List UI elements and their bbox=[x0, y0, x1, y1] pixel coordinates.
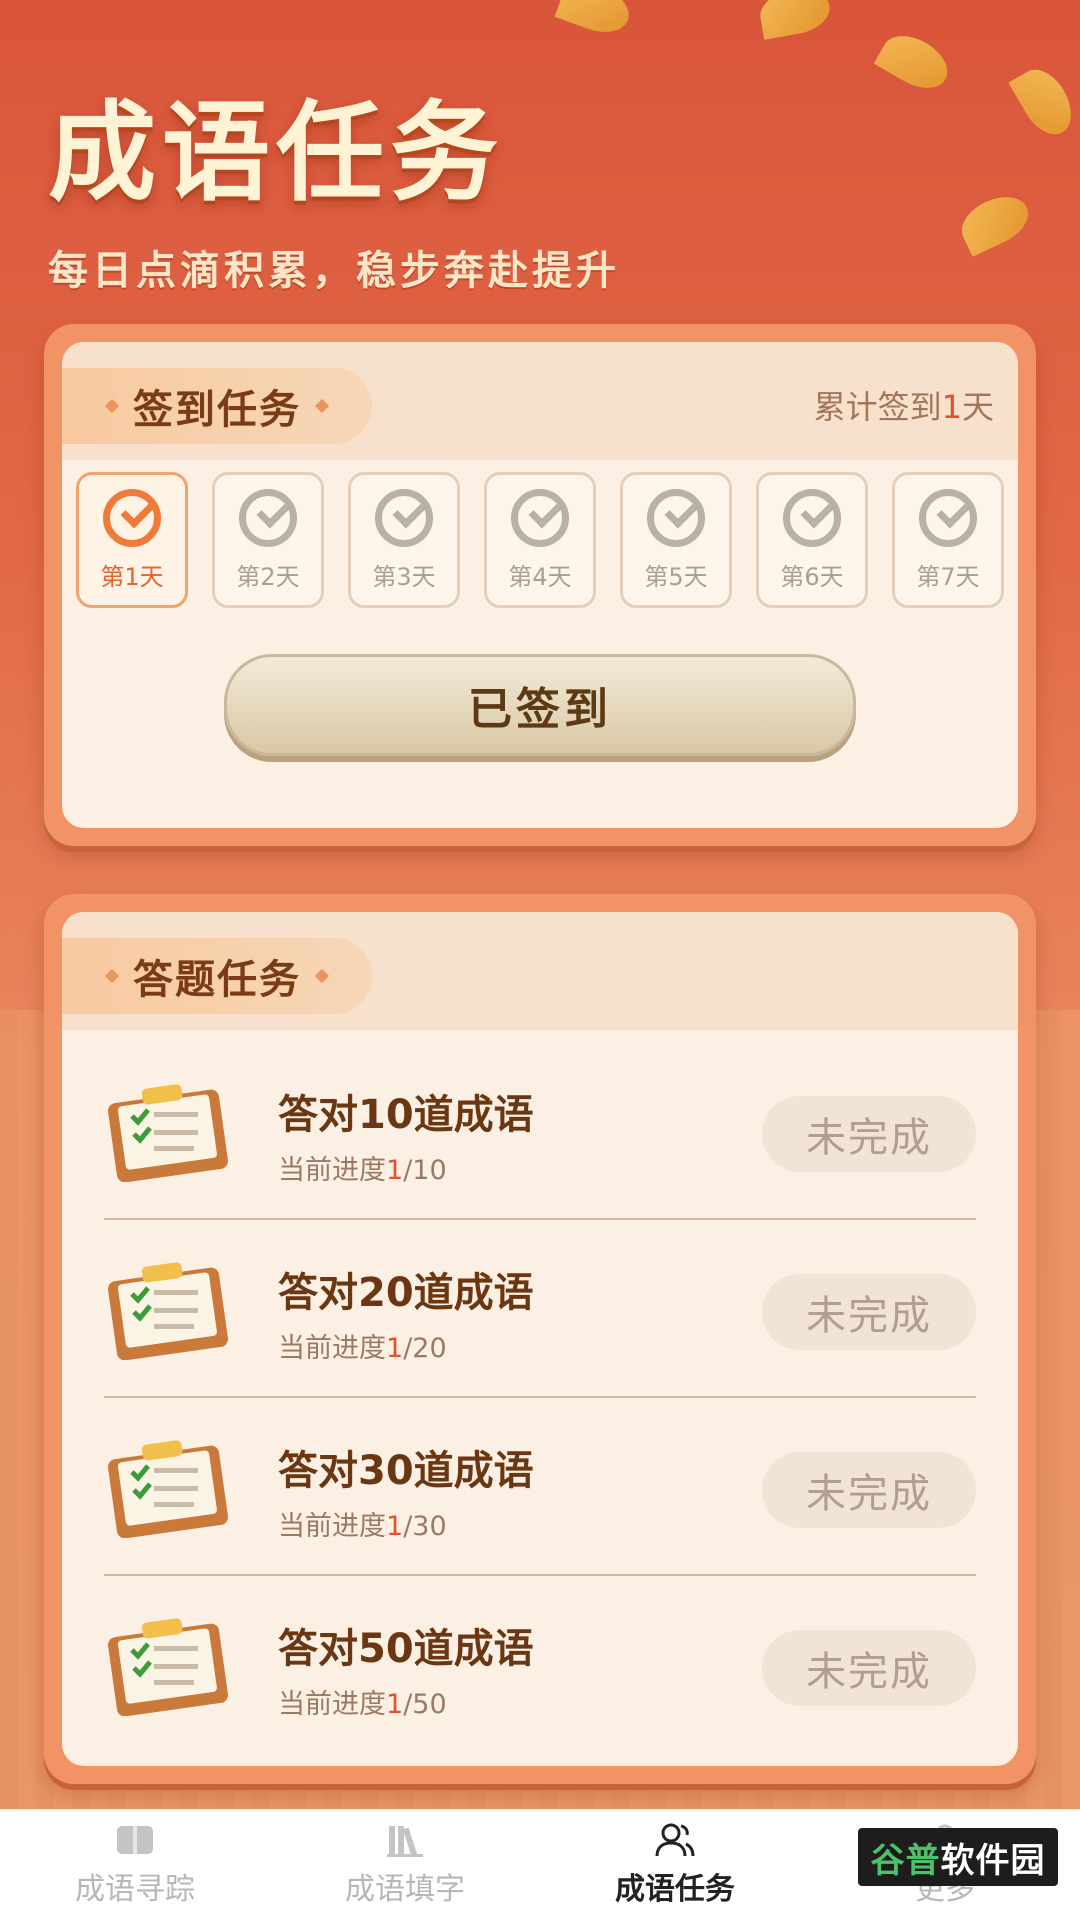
list-item: 答对50道成语 当前进度1/50 未完成 bbox=[104, 1576, 976, 1752]
page-title: 成语任务 bbox=[48, 91, 505, 216]
watermark-part2: 软件园 bbox=[940, 1840, 1046, 1881]
check-circle-icon bbox=[239, 488, 297, 547]
watermark-logo: 谷普 软件园 bbox=[858, 1828, 1058, 1886]
nav-label: 成语寻踪 bbox=[75, 1872, 195, 1907]
book-icon bbox=[117, 1826, 153, 1854]
quiz-card-body: 答题任务 答对10道成语 当前进度1/10 未完成 答对20道成语 当前进度1/… bbox=[62, 912, 1018, 1766]
signin-card-body: 签到任务 累计签到1天 第1天 第2天 第3天 第4天 第5天 第6天 第7天 … bbox=[62, 342, 1018, 828]
check-circle-icon bbox=[919, 488, 977, 547]
signin-day-5[interactable]: 第5天 bbox=[620, 472, 732, 608]
task-progress: 当前进度1/10 bbox=[278, 1148, 447, 1187]
signed-in-button[interactable]: 已签到 bbox=[224, 654, 856, 756]
watermark-part1: 谷普 bbox=[870, 1840, 941, 1881]
diamond-icon bbox=[104, 968, 120, 984]
day-label: 第2天 bbox=[236, 562, 300, 591]
task-progress: 当前进度1/20 bbox=[278, 1326, 447, 1365]
day-label: 第5天 bbox=[644, 562, 708, 591]
task-status-button[interactable]: 未完成 bbox=[762, 1096, 976, 1172]
signin-day-4[interactable]: 第4天 bbox=[484, 472, 596, 608]
check-circle-icon bbox=[511, 488, 569, 547]
signin-days-row: 第1天 第2天 第3天 第4天 第5天 第6天 第7天 bbox=[76, 472, 1004, 608]
task-title: 答对20道成语 bbox=[278, 1270, 534, 1316]
ginkgo-leaf-decoration bbox=[1008, 60, 1080, 144]
nav-item-idiom-fill[interactable]: 成语填字 bbox=[270, 1810, 540, 1920]
clipboard-icon bbox=[108, 1440, 228, 1538]
signin-task-label: 签到任务 bbox=[133, 387, 301, 433]
task-title: 答对50道成语 bbox=[278, 1626, 534, 1672]
list-item: 答对30道成语 当前进度1/30 未完成 bbox=[104, 1398, 976, 1576]
day-label: 第3天 bbox=[372, 562, 436, 591]
nav-item-idiom-task[interactable]: 成语任务 bbox=[540, 1810, 810, 1920]
quiz-task-tag: 答题任务 bbox=[62, 938, 372, 1014]
task-progress: 当前进度1/50 bbox=[278, 1682, 447, 1721]
signin-card-header: 签到任务 累计签到1天 bbox=[62, 342, 1018, 460]
signin-day-3[interactable]: 第3天 bbox=[348, 472, 460, 608]
check-circle-icon bbox=[375, 488, 433, 547]
progress-label: 当前进度 bbox=[278, 1689, 386, 1720]
signin-count-value: 1 bbox=[941, 388, 962, 426]
check-circle-icon bbox=[647, 488, 705, 547]
quiz-task-card: 答题任务 答对10道成语 当前进度1/10 未完成 答对20道成语 当前进度1/… bbox=[44, 894, 1036, 1784]
books-icon bbox=[387, 1826, 423, 1857]
quiz-task-label: 答题任务 bbox=[133, 957, 301, 1003]
ginkgo-leaf-decoration bbox=[554, 0, 636, 41]
signin-card: 签到任务 累计签到1天 第1天 第2天 第3天 第4天 第5天 第6天 第7天 … bbox=[44, 324, 1036, 846]
list-item: 答对10道成语 当前进度1/10 未完成 bbox=[104, 1042, 976, 1220]
signin-total-count: 累计签到1天 bbox=[814, 382, 994, 428]
signin-count-suffix: 天 bbox=[961, 388, 994, 426]
nav-label: 成语任务 bbox=[615, 1872, 735, 1907]
progress-done: 1 bbox=[386, 1155, 404, 1186]
progress-done: 1 bbox=[386, 1333, 404, 1364]
progress-total: /30 bbox=[403, 1511, 447, 1542]
progress-label: 当前进度 bbox=[278, 1511, 386, 1542]
ginkgo-leaf-decoration bbox=[756, 0, 834, 40]
task-status-button[interactable]: 未完成 bbox=[762, 1630, 976, 1706]
task-progress: 当前进度1/30 bbox=[278, 1504, 447, 1543]
nav-item-idiom-trace[interactable]: 成语寻踪 bbox=[0, 1810, 270, 1920]
progress-done: 1 bbox=[386, 1689, 404, 1720]
check-circle-icon bbox=[103, 488, 161, 547]
quiz-card-header: 答题任务 bbox=[62, 912, 1018, 1030]
ginkgo-leaf-decoration bbox=[873, 25, 957, 99]
progress-label: 当前进度 bbox=[278, 1155, 386, 1186]
progress-total: /50 bbox=[403, 1689, 447, 1720]
clipboard-icon bbox=[108, 1084, 228, 1182]
progress-total: /10 bbox=[403, 1155, 447, 1186]
signin-day-7[interactable]: 第7天 bbox=[892, 472, 1004, 608]
users-icon bbox=[655, 1823, 695, 1857]
task-title: 答对30道成语 bbox=[278, 1448, 534, 1494]
check-circle-icon bbox=[783, 488, 841, 547]
progress-label: 当前进度 bbox=[278, 1333, 386, 1364]
quiz-task-list: 答对10道成语 当前进度1/10 未完成 答对20道成语 当前进度1/20 未完… bbox=[104, 1042, 976, 1752]
task-title: 答对10道成语 bbox=[278, 1092, 534, 1138]
diamond-icon bbox=[314, 398, 330, 414]
ginkgo-leaf-decoration bbox=[953, 187, 1037, 257]
list-item: 答对20道成语 当前进度1/20 未完成 bbox=[104, 1220, 976, 1398]
signin-count-prefix: 累计签到 bbox=[813, 388, 942, 426]
task-status-button[interactable]: 未完成 bbox=[762, 1274, 976, 1350]
day-label: 第1天 bbox=[100, 562, 164, 591]
clipboard-icon bbox=[108, 1262, 228, 1360]
progress-done: 1 bbox=[386, 1511, 404, 1542]
day-label: 第7天 bbox=[916, 562, 980, 591]
task-status-button[interactable]: 未完成 bbox=[762, 1452, 976, 1528]
diamond-icon bbox=[314, 968, 330, 984]
signin-day-2[interactable]: 第2天 bbox=[212, 472, 324, 608]
clipboard-icon bbox=[108, 1618, 228, 1716]
page-header: 成语任务 每日点滴积累，稳步奔赴提升 bbox=[48, 100, 620, 296]
progress-total: /20 bbox=[403, 1333, 447, 1364]
day-label: 第6天 bbox=[780, 562, 844, 591]
day-label: 第4天 bbox=[508, 562, 572, 591]
signin-task-tag: 签到任务 bbox=[62, 368, 372, 444]
nav-label: 成语填字 bbox=[345, 1872, 465, 1907]
signin-day-6[interactable]: 第6天 bbox=[756, 472, 868, 608]
diamond-icon bbox=[104, 398, 120, 414]
page-subtitle: 每日点滴积累，稳步奔赴提升 bbox=[48, 248, 620, 294]
signin-day-1[interactable]: 第1天 bbox=[76, 472, 188, 608]
